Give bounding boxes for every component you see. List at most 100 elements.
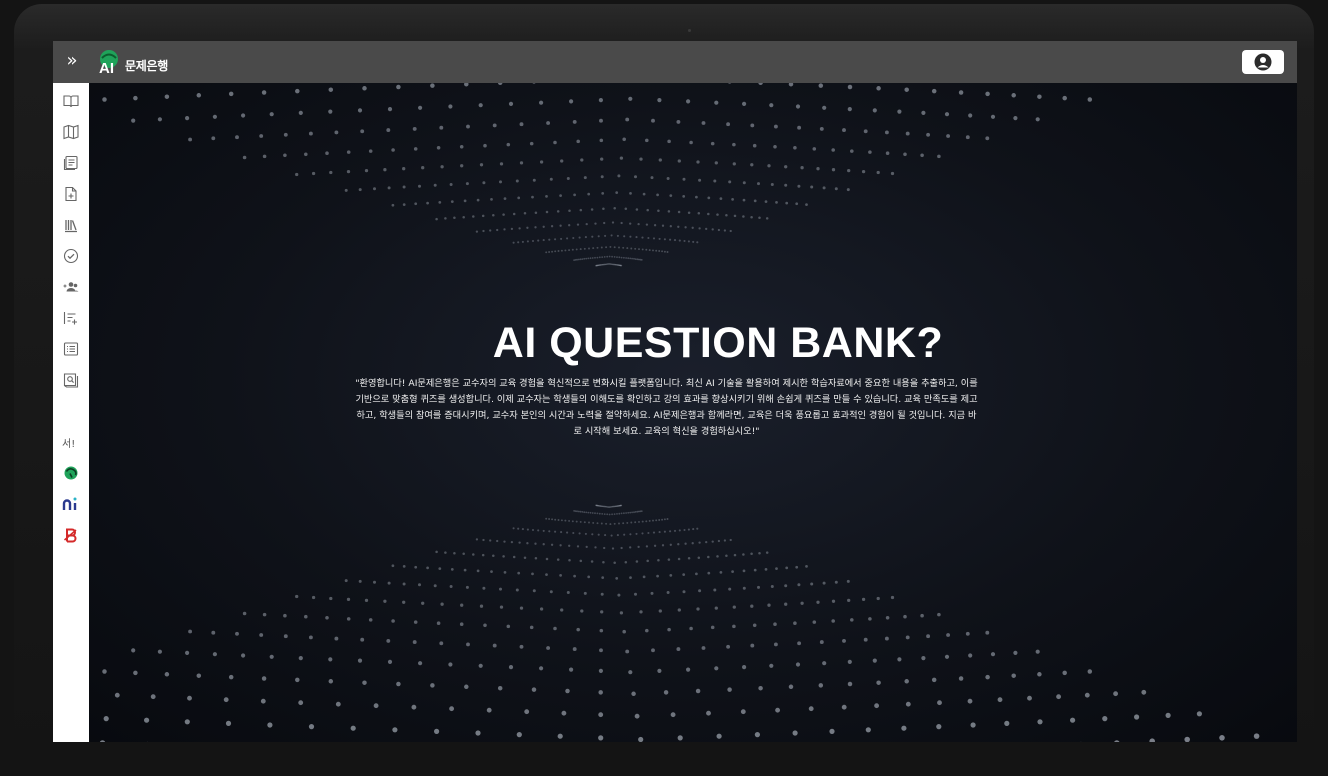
background-dot [449,183,453,186]
document-list-icon[interactable] [63,155,79,171]
background-dot [482,181,486,185]
background-dot [566,531,569,534]
background-dot [512,527,515,530]
hero-description: "환영합니다! AI문제은행은 교수자의 교육 경험을 혁신적으로 변화시킬 플… [355,378,978,437]
users-icon[interactable] [63,279,79,295]
background-dot [304,152,308,157]
background-dot [328,109,333,114]
background-dot [502,213,505,216]
background-dot [579,510,582,513]
check-circle-icon[interactable] [63,248,79,264]
background-dot [876,596,880,601]
background-dot [901,725,907,731]
background-dot [623,512,625,515]
background-dot [921,656,926,661]
background-dot [475,230,479,233]
background-dot [926,634,931,639]
background-dot [418,583,421,587]
list-add-icon[interactable] [63,310,79,326]
background-dot [594,222,597,225]
background-dot [542,225,545,228]
background-dot [788,83,794,87]
background-dot [648,249,651,252]
background-dot [630,247,633,250]
background-dot [577,510,580,513]
background-dot [600,175,604,179]
background-dot [633,257,635,260]
background-dot [269,654,274,659]
b-brand-icon[interactable] [63,527,79,543]
background-dot [542,529,545,532]
background-dot [596,512,599,515]
background-dot [583,511,586,514]
profile-button[interactable] [1242,50,1284,74]
background-dot [641,236,644,239]
background-dot [750,552,753,556]
background-dot [611,547,615,550]
globe-brand-icon[interactable] [63,465,79,481]
background-dot [626,521,629,524]
file-add-icon[interactable] [63,186,79,202]
background-dot [383,168,387,172]
background-dot [579,258,582,261]
background-dot [587,257,590,260]
background-dot [573,259,575,261]
background-dot [557,733,563,739]
background-dot [1184,736,1190,742]
background-dot [676,119,681,124]
background-dot [819,126,824,131]
background-dot [876,170,880,175]
background-dot [683,528,686,532]
app-logo[interactable]: AI 문제은행 [97,48,168,77]
background-dot [1062,670,1067,676]
background-dot [707,571,711,575]
background-dot [1027,695,1032,701]
background-dot [391,148,395,152]
background-dot [591,235,594,238]
background-dot [808,706,814,712]
background-dot [634,592,637,596]
background-dot [706,710,711,716]
background-dot [602,207,605,211]
background-dot [346,169,351,174]
background-dot [267,722,273,728]
background-dot [719,571,723,574]
user-circle-icon [1254,53,1272,71]
background-dot [742,553,745,556]
book-search-icon[interactable] [63,372,79,388]
background-dot [846,579,850,583]
table-list-icon[interactable] [63,341,79,357]
background-dot [691,542,694,545]
background-dot [707,196,711,200]
background-dot [661,250,664,253]
background-dot [717,228,721,232]
background-dot [103,716,109,722]
library-icon[interactable] [63,217,79,233]
background-dot [773,622,777,626]
background-dot [368,618,373,622]
background-dot [566,591,570,594]
background-dot [657,209,660,212]
background-dot [295,172,299,177]
open-book-icon[interactable] [63,93,79,109]
background-dot [545,557,549,561]
background-dot [758,551,761,555]
ni-brand-icon[interactable] [62,496,80,512]
background-dot [753,568,757,572]
background-dot [697,556,701,559]
background-dot [476,198,480,202]
background-dot [386,638,391,643]
background-dot [646,559,649,563]
background-dot [696,527,699,530]
background-dot [719,197,723,200]
background-dot [822,105,827,110]
background-dot [658,531,661,534]
background-dot [698,227,701,230]
background-dot [620,546,623,550]
expand-sidebar-button[interactable]: » [61,51,83,73]
background-dot [669,238,672,241]
map-icon[interactable] [63,124,79,140]
background-dot [588,521,590,524]
background-dot [728,587,732,591]
background-dot [329,596,333,601]
